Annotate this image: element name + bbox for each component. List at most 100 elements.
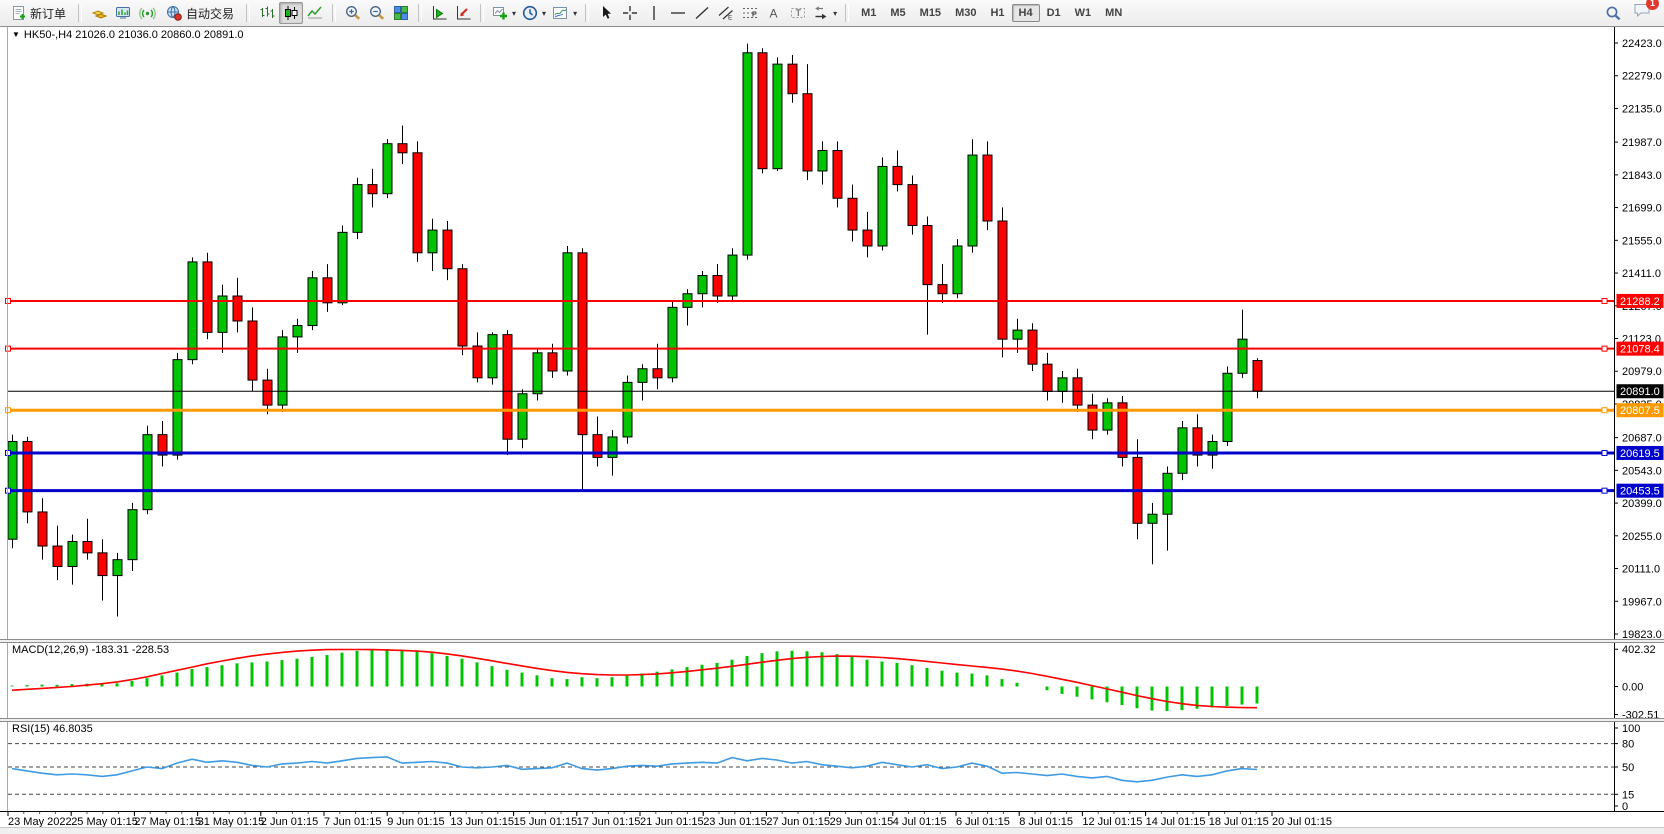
periods-button[interactable]: ▾ bbox=[519, 2, 549, 24]
new-chart-button[interactable] bbox=[427, 2, 451, 24]
price-axis-label: 21411.0 bbox=[1622, 268, 1661, 280]
candle bbox=[728, 255, 737, 296]
line-handle bbox=[1602, 488, 1607, 493]
candle bbox=[1148, 514, 1157, 523]
zoom-in-icon bbox=[345, 5, 362, 21]
search-icon[interactable] bbox=[1605, 5, 1623, 22]
chart-profiles-button[interactable] bbox=[451, 2, 475, 24]
candle bbox=[713, 276, 722, 296]
text-tool-button[interactable]: A bbox=[762, 2, 786, 24]
candle bbox=[578, 253, 587, 435]
candle bbox=[848, 198, 857, 230]
time-axis: 23 May 202225 May 01:1527 May 01:1531 Ma… bbox=[8, 812, 1332, 828]
equidistant-channel-tool-button[interactable]: E bbox=[714, 2, 738, 24]
timeframe-m30[interactable]: M30 bbox=[948, 4, 983, 22]
timeframe-mn[interactable]: MN bbox=[1098, 4, 1129, 22]
tile-windows-button[interactable] bbox=[389, 2, 413, 24]
new-order-icon bbox=[11, 5, 27, 21]
bar-chart-button[interactable] bbox=[255, 2, 279, 24]
timeframe-m1[interactable]: M1 bbox=[854, 4, 883, 22]
candlestick-chart-button[interactable] bbox=[279, 2, 303, 24]
svg-text:T: T bbox=[796, 8, 802, 18]
price-axis-label: 21987.0 bbox=[1622, 137, 1662, 149]
text-label-tool-button[interactable]: T bbox=[786, 2, 810, 24]
crosshair-icon bbox=[622, 5, 638, 21]
candle bbox=[278, 337, 287, 405]
candle bbox=[83, 541, 92, 552]
collapse-icon[interactable]: ▼ bbox=[12, 30, 20, 39]
timeframe-m5[interactable]: M5 bbox=[883, 4, 912, 22]
candle bbox=[968, 155, 977, 246]
zoom-in-button[interactable] bbox=[341, 2, 365, 24]
toolbar-separator bbox=[246, 4, 250, 22]
main-toolbar: 新订单 自动交易 ▾ ▾ bbox=[0, 0, 1664, 27]
templates-dropdown-icon[interactable]: ▾ bbox=[573, 9, 577, 18]
notification-badge: 1 bbox=[1646, 0, 1659, 10]
rsi-pane: 1008050150 bbox=[8, 723, 1640, 813]
trendline-tool-button[interactable] bbox=[690, 2, 714, 24]
candle bbox=[758, 53, 767, 169]
candle bbox=[38, 512, 47, 546]
macd-indicator-label: MACD(12,26,9) -183.31 -228.53 bbox=[12, 644, 169, 656]
candle bbox=[1178, 428, 1187, 473]
market-terminal-button[interactable] bbox=[111, 2, 135, 24]
toolbar-separator bbox=[418, 4, 422, 22]
horizontal-line-tool-button[interactable] bbox=[666, 2, 690, 24]
toolbar-separator bbox=[480, 4, 484, 22]
templates-button[interactable]: ▾ bbox=[549, 2, 580, 24]
price-tag-label: 21288.2 bbox=[1620, 296, 1660, 308]
zoom-out-button[interactable] bbox=[365, 2, 389, 24]
timeframe-h4[interactable]: H4 bbox=[1012, 4, 1040, 22]
equidistant-channel-icon: E bbox=[718, 5, 734, 21]
price-axis-label: 21843.0 bbox=[1622, 170, 1662, 182]
cursor-tool-button[interactable] bbox=[594, 2, 618, 24]
toolbar-separator bbox=[332, 4, 336, 22]
candle bbox=[383, 144, 392, 194]
candle bbox=[863, 230, 872, 246]
chat-button[interactable]: 1 bbox=[1633, 2, 1652, 24]
price-axis-label: 22423.0 bbox=[1622, 38, 1662, 50]
candle bbox=[953, 246, 962, 294]
periods-dropdown-icon[interactable]: ▾ bbox=[542, 9, 546, 18]
candle bbox=[1013, 330, 1022, 339]
line-chart-button[interactable] bbox=[303, 2, 327, 24]
price-axis-label: 21555.0 bbox=[1622, 235, 1662, 247]
chart-canvas[interactable]: 22423.022279.022135.021987.021843.021699… bbox=[0, 0, 1664, 834]
candle bbox=[983, 155, 992, 221]
toolbar-right-group: 1 bbox=[1605, 2, 1652, 24]
candle bbox=[1028, 330, 1037, 364]
signals-button[interactable] bbox=[135, 2, 159, 24]
line-handle bbox=[1602, 346, 1607, 351]
toolbar-separator bbox=[78, 4, 82, 22]
indicators-button[interactable]: ▾ bbox=[489, 2, 519, 24]
timeframe-m15[interactable]: M15 bbox=[913, 4, 948, 22]
price-lines[interactable] bbox=[6, 298, 1615, 493]
fibonacci-icon: F bbox=[742, 5, 758, 21]
timeframe-w1[interactable]: W1 bbox=[1068, 4, 1099, 22]
crosshair-tool-button[interactable] bbox=[618, 2, 642, 24]
indicators-dropdown-icon[interactable]: ▾ bbox=[512, 9, 516, 18]
macd-axis-label: 402.32 bbox=[1622, 644, 1656, 656]
arrows-dropdown-icon[interactable]: ▾ bbox=[833, 9, 837, 18]
chart-profiles-icon bbox=[455, 5, 471, 21]
new-order-button[interactable]: 新订单 bbox=[4, 2, 73, 24]
price-tag-label: 20807.5 bbox=[1620, 405, 1660, 417]
candle bbox=[353, 185, 362, 233]
text-label-icon: T bbox=[790, 5, 806, 21]
auto-trading-button[interactable]: 自动交易 bbox=[159, 2, 241, 24]
timeframe-h1[interactable]: H1 bbox=[983, 4, 1011, 22]
deposit-button[interactable] bbox=[87, 2, 111, 24]
rsi-axis-label: 15 bbox=[1622, 789, 1634, 801]
arrows-tool-button[interactable]: ▾ bbox=[810, 2, 840, 24]
price-axis: 22423.022279.022135.021987.021843.021699… bbox=[1614, 38, 1662, 641]
rsi-axis-label: 50 bbox=[1622, 762, 1634, 774]
vertical-line-tool-button[interactable] bbox=[642, 2, 666, 24]
price-axis-label: 20687.0 bbox=[1622, 433, 1662, 445]
candle bbox=[143, 435, 152, 510]
timeframe-d1[interactable]: D1 bbox=[1040, 4, 1068, 22]
fibonacci-tool-button[interactable]: F bbox=[738, 2, 762, 24]
price-axis-label: 21699.0 bbox=[1622, 203, 1662, 215]
candle bbox=[1238, 339, 1247, 373]
candlestick-chart-icon bbox=[283, 5, 299, 21]
price-axis-label: 20255.0 bbox=[1622, 531, 1662, 543]
